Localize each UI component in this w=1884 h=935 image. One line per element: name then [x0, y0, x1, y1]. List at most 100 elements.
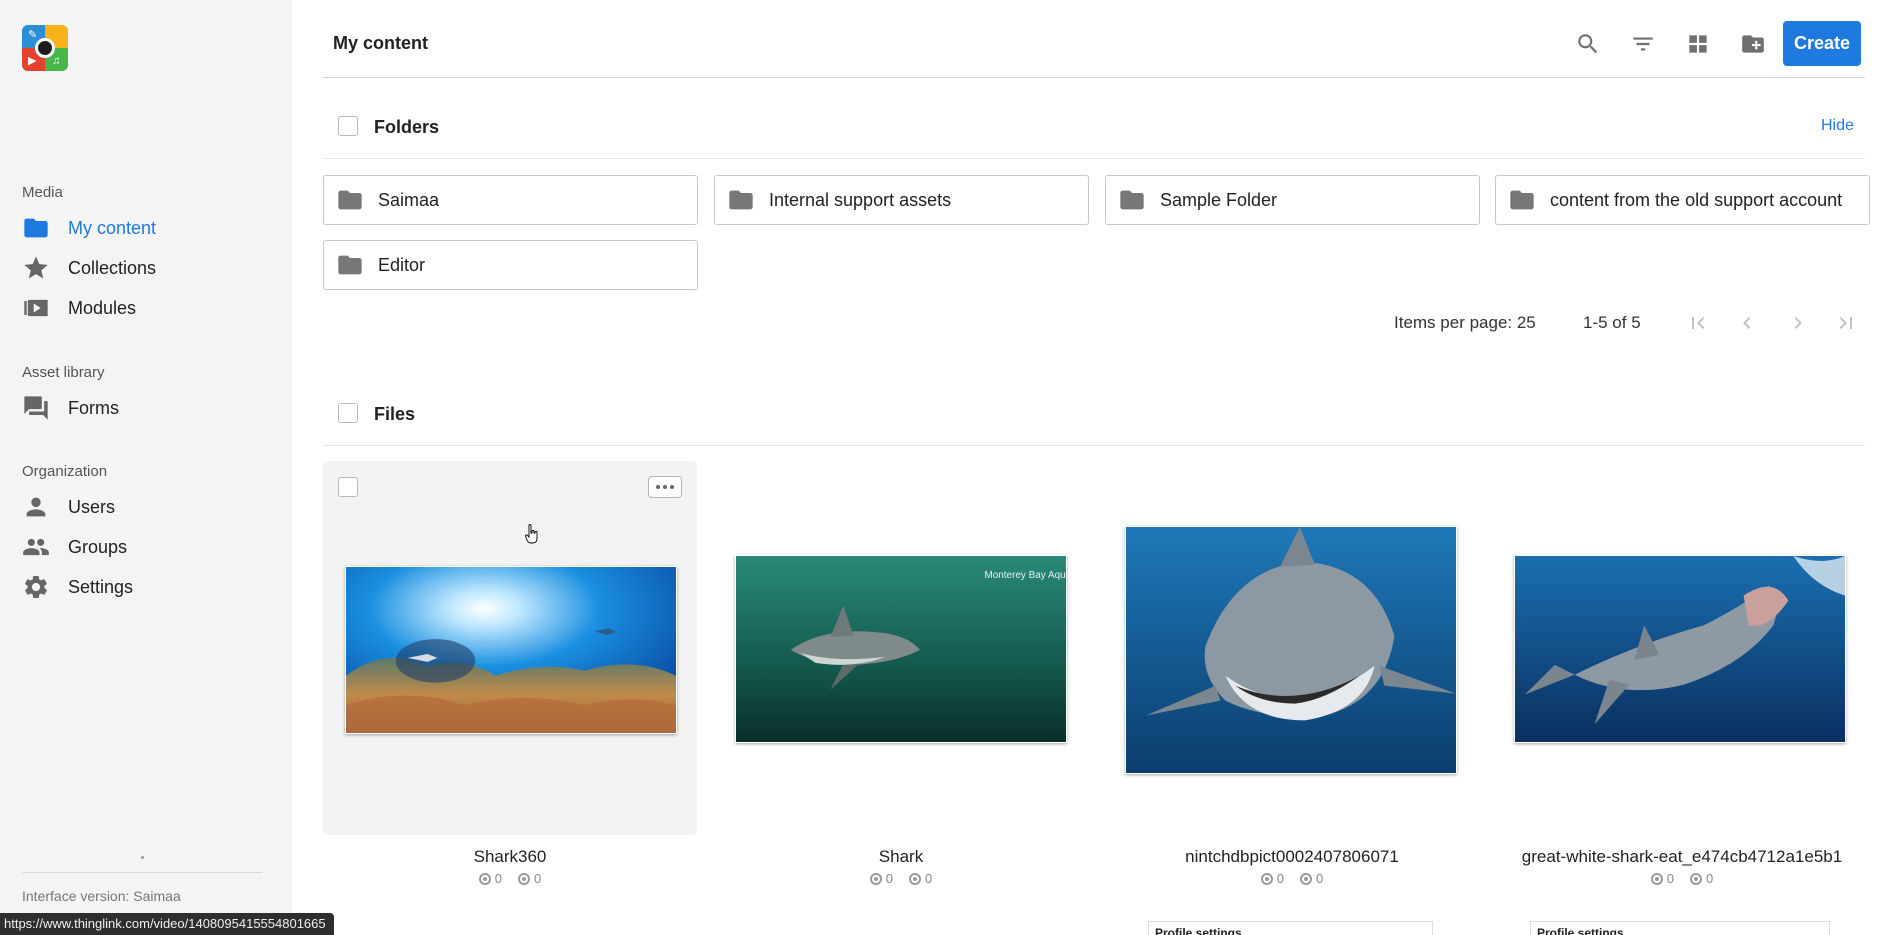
folder-name: Sample Folder	[1160, 189, 1278, 210]
interaction-count: 0	[1706, 871, 1714, 886]
section-label-organization: Organization	[22, 463, 108, 480]
new-folder-icon	[1742, 35, 1764, 53]
files-divider	[323, 445, 1865, 446]
new-folder-button[interactable]	[1738, 29, 1768, 59]
page-range: 1-5 of 5	[1583, 313, 1641, 332]
last-page-button[interactable]	[1831, 308, 1861, 338]
star-icon	[24, 256, 48, 279]
file-thumbnail-peek[interactable]: Profile settings	[1148, 921, 1433, 935]
section-label-asset-library: Asset library	[22, 364, 105, 381]
interaction-count: 0	[534, 871, 542, 886]
folder-name: content from the old support account	[1550, 189, 1843, 210]
filter-icon	[1633, 37, 1653, 51]
shark-green-water-image: Monterey Bay Aquarium	[736, 556, 1066, 742]
page-title: My content	[333, 33, 429, 53]
search-icon	[1578, 34, 1598, 54]
file-thumbnail-peek[interactable]: Profile settings	[1530, 921, 1830, 935]
items-per-page[interactable]: Items per page: 25	[1394, 313, 1536, 333]
folder-icon	[729, 190, 753, 210]
sidebar-item-label: Forms	[68, 397, 119, 418]
folders-divider	[323, 158, 1865, 159]
sidebar-item-forms[interactable]: Forms	[22, 393, 119, 423]
person-icon	[26, 497, 46, 517]
thumbnail-watermark: Monterey Bay Aquarium	[984, 570, 1066, 581]
view-count: 0	[494, 871, 502, 886]
file-stats: 0 0	[714, 871, 1088, 886]
eye-icon	[869, 872, 882, 885]
interaction-icon	[1690, 872, 1702, 885]
grid-view-button[interactable]	[1683, 29, 1713, 59]
select-all-files-checkbox[interactable]	[338, 403, 358, 423]
file-thumbnail-shark360[interactable]	[345, 566, 677, 734]
folder-name: Internal support assets	[769, 189, 952, 210]
files-title: Files	[374, 404, 416, 424]
eye-icon	[478, 872, 491, 885]
interface-version: Interface version: Saimaa	[22, 888, 181, 904]
section-label-media: Media	[22, 184, 63, 201]
folder-item[interactable]: Internal support assets	[714, 175, 1089, 225]
file-thumbnail-nintchdbpict[interactable]	[1125, 526, 1457, 774]
more-dot	[663, 485, 667, 489]
first-page-button[interactable]	[1683, 308, 1713, 338]
sidebar-item-label: Users	[68, 496, 116, 517]
gear-icon	[25, 576, 47, 598]
folder-item[interactable]: content from the old support account	[1495, 175, 1870, 225]
more-options-button[interactable]	[648, 476, 682, 498]
create-button[interactable]: Create	[1783, 21, 1861, 66]
sidebar-item-users[interactable]: Users	[22, 492, 115, 522]
sidebar-divider	[22, 872, 262, 873]
sidebar-item-modules[interactable]: Modules	[22, 293, 136, 323]
more-dot	[670, 485, 674, 489]
folder-item[interactable]: Editor	[323, 240, 698, 290]
sidebar-item-label: Groups	[68, 536, 128, 557]
folders-title: Folders	[374, 117, 440, 137]
status-bar-url: https://www.thinglink.com/video/14080954…	[0, 913, 334, 935]
folder-name: Editor	[378, 254, 426, 275]
file-thumbnail-great-white-shark-eat[interactable]	[1514, 555, 1846, 743]
hand-cursor-icon	[525, 524, 538, 544]
video-icon	[24, 299, 48, 317]
select-all-folders-checkbox[interactable]	[338, 116, 358, 136]
file-name[interactable]: great-white-shark-eat_e474cb4712a1e5b1	[1495, 847, 1869, 867]
file-name[interactable]: Shark360	[323, 847, 697, 867]
folder-name: Saimaa	[378, 189, 440, 210]
interaction-icon	[909, 872, 921, 885]
sidebar-resize-handle[interactable]	[141, 856, 144, 859]
sidebar-item-label: My content	[68, 217, 157, 238]
interaction-icon	[518, 872, 530, 885]
file-stats: 0 0	[1495, 871, 1869, 886]
forum-icon	[24, 396, 48, 420]
chevron-left-icon	[1743, 317, 1751, 329]
search-button[interactable]	[1573, 29, 1603, 59]
previous-page-button[interactable]	[1732, 308, 1762, 338]
first-page-icon	[1692, 317, 1705, 329]
sidebar-item-groups[interactable]: Groups	[22, 532, 127, 562]
sidebar-item-collections[interactable]: Collections	[22, 253, 156, 283]
chevron-right-icon	[1794, 317, 1802, 329]
view-count: 0	[1276, 871, 1284, 886]
file-name[interactable]: nintchdbpict0002407806071	[1105, 847, 1479, 867]
file-select-checkbox[interactable]	[338, 477, 358, 497]
view-count: 0	[885, 871, 893, 886]
folder-item[interactable]: Saimaa	[323, 175, 698, 225]
file-name[interactable]: Shark	[714, 847, 1088, 867]
underwater-reef-image	[346, 567, 676, 733]
hide-folders-link[interactable]: Hide	[1821, 117, 1854, 135]
thinglink-logo[interactable]: ✎ ▶ ♫	[22, 25, 68, 71]
folder-item[interactable]: Sample Folder	[1105, 175, 1480, 225]
folder-icon	[1510, 190, 1534, 210]
folder-icon	[24, 218, 48, 238]
interaction-count: 0	[1316, 871, 1324, 886]
interaction-icon	[1300, 872, 1312, 885]
great-white-shark-image	[1126, 527, 1456, 773]
next-page-button[interactable]	[1783, 308, 1813, 338]
filter-button[interactable]	[1628, 29, 1658, 59]
more-dot	[656, 485, 660, 489]
sidebar-item-my-content[interactable]: My content	[22, 213, 156, 243]
eye-icon	[1650, 872, 1663, 885]
sidebar-item-label: Collections	[68, 257, 157, 278]
grid-view-icon	[1689, 35, 1707, 53]
file-thumbnail-shark[interactable]: Monterey Bay Aquarium	[735, 555, 1067, 743]
file-stats: 0 0	[1105, 871, 1479, 886]
sidebar-item-settings[interactable]: Settings	[22, 572, 133, 602]
